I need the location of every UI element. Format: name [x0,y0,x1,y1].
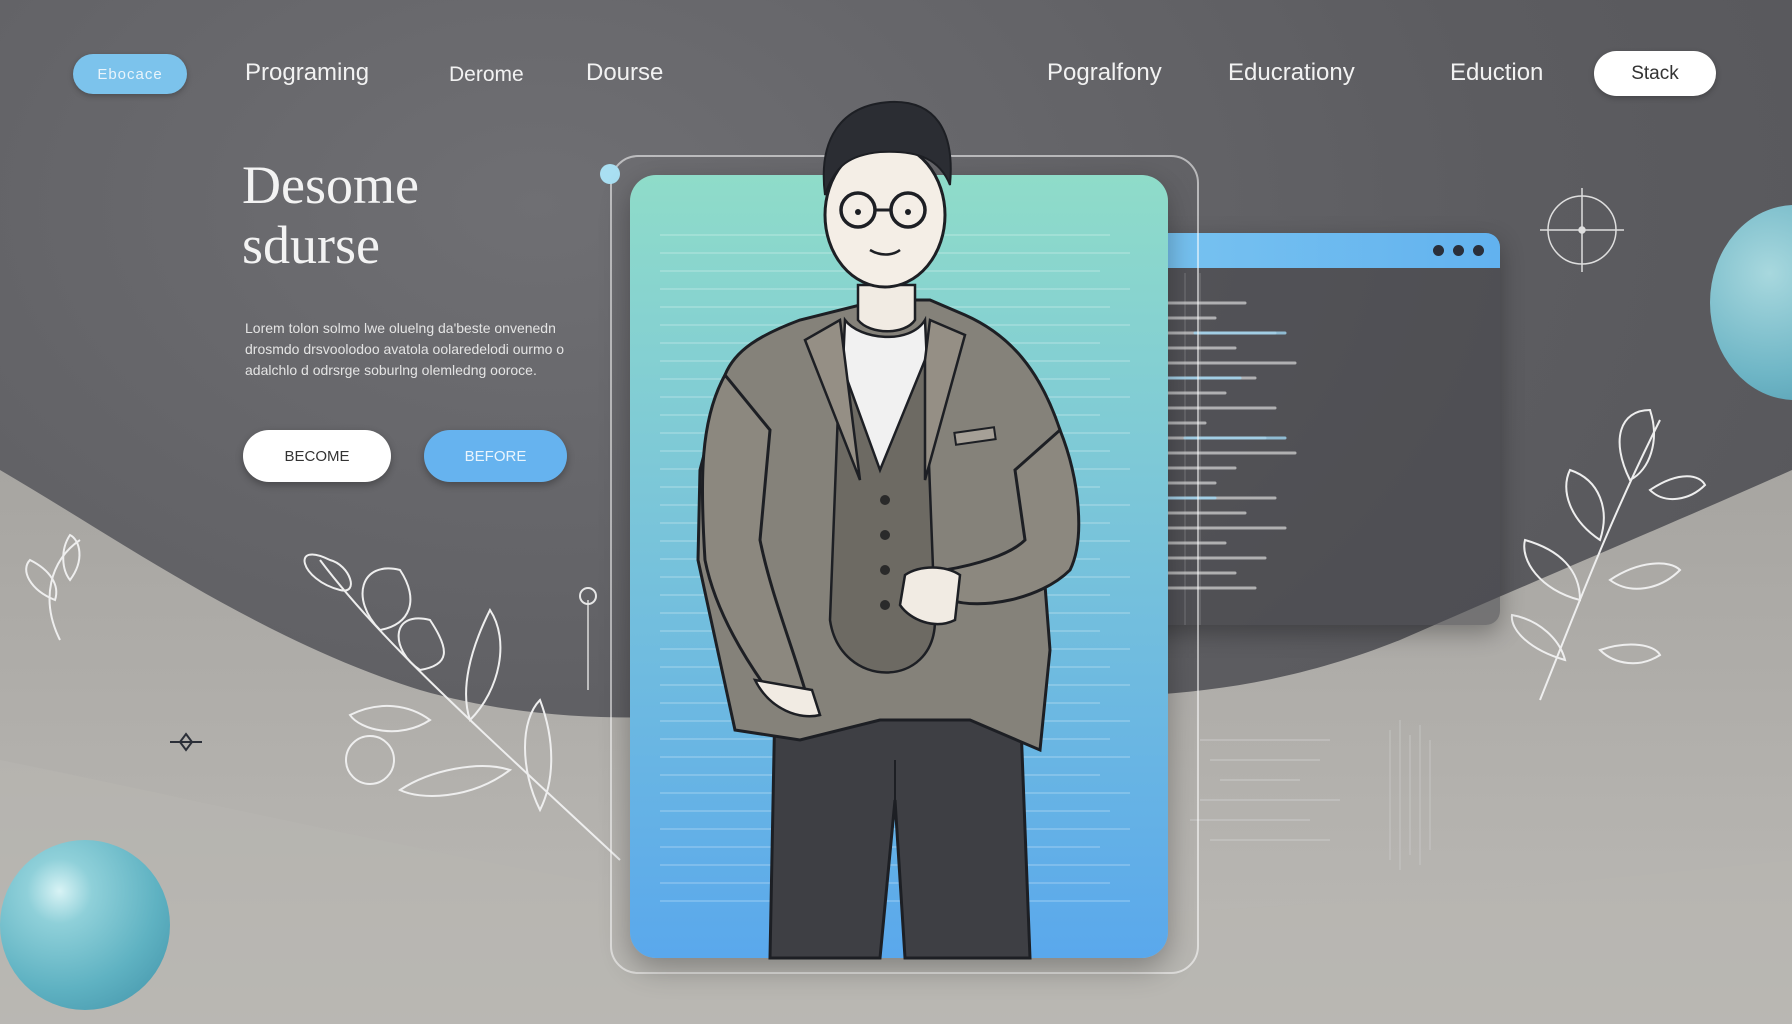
person-illustration [696,100,1081,960]
landing-page: Ebocace Programing Derome Dourse Pogralf… [0,0,1792,1024]
